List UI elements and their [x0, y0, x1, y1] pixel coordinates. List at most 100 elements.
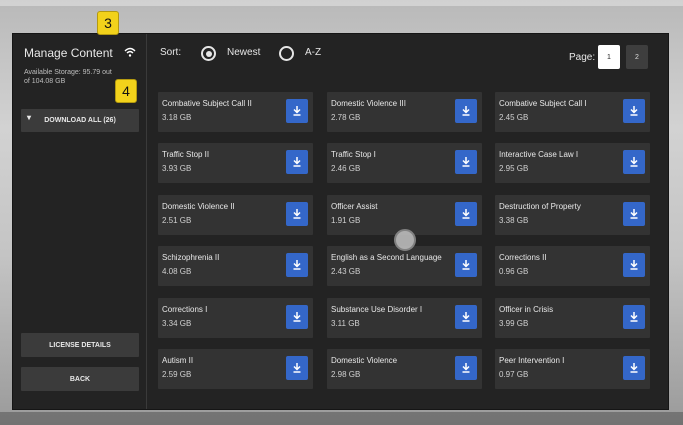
download-icon	[462, 157, 470, 167]
download-button[interactable]	[286, 150, 308, 174]
content-item-name: Combative Subject Call II	[162, 99, 252, 108]
download-icon	[462, 312, 470, 322]
sort-az-radio[interactable]	[279, 46, 294, 61]
download-button[interactable]	[455, 305, 477, 329]
content-item-name: Substance Use Disorder I	[331, 305, 423, 314]
sort-az-label[interactable]: A-Z	[305, 47, 321, 58]
content-item-name: Corrections II	[499, 253, 547, 262]
content-item-name: Officer Assist	[331, 202, 378, 211]
content-item-size: 0.97 GB	[499, 370, 529, 379]
sidebar-title: Manage Content	[24, 46, 113, 60]
content-item: Interactive Case Law I 2.95 GB	[495, 143, 650, 183]
content-item-size: 3.99 GB	[499, 319, 529, 328]
content-item-name: Domestic Violence II	[162, 202, 235, 211]
content-item-size: 2.95 GB	[499, 164, 529, 173]
content-item: Officer in Crisis 3.99 GB	[495, 298, 650, 338]
download-button[interactable]	[623, 305, 645, 329]
download-button[interactable]	[623, 202, 645, 226]
license-details-button[interactable]: LICENSE DETAILS	[21, 333, 139, 357]
download-arrow-icon: ▾	[27, 113, 32, 122]
download-button[interactable]	[455, 150, 477, 174]
content-item: Substance Use Disorder I 3.11 GB	[327, 298, 482, 338]
content-item: Peer Intervention I 0.97 GB	[495, 349, 650, 389]
content-item-size: 3.34 GB	[162, 319, 192, 328]
content-item: Traffic Stop II 3.93 GB	[158, 143, 313, 183]
manage-content-panel: Manage Content Available Storage: 95.79 …	[12, 33, 669, 410]
content-item-size: 3.93 GB	[162, 164, 192, 173]
download-icon	[293, 209, 301, 219]
content-item: Combative Subject Call II 3.18 GB	[158, 92, 313, 132]
download-button[interactable]	[455, 253, 477, 277]
download-icon	[293, 260, 301, 270]
content-item-name: Officer in Crisis	[499, 305, 554, 314]
download-icon	[630, 260, 638, 270]
annotation-badge-4: 4	[115, 79, 137, 103]
wifi-icon	[124, 47, 136, 57]
content-item-name: Traffic Stop I	[331, 150, 376, 159]
download-button[interactable]	[455, 202, 477, 226]
background-stripe	[0, 412, 683, 425]
content-item: Corrections I 3.34 GB	[158, 298, 313, 338]
download-icon	[293, 157, 301, 167]
content-item-size: 2.46 GB	[331, 164, 361, 173]
content-item-size: 3.18 GB	[162, 113, 192, 122]
content-item-size: 2.78 GB	[331, 113, 361, 122]
page-1-button[interactable]: 1	[598, 45, 620, 69]
content-item-size: 4.08 GB	[162, 267, 192, 276]
content-item: Autism II 2.59 GB	[158, 349, 313, 389]
content-item-name: Domestic Violence III	[331, 99, 406, 108]
content-item-name: Traffic Stop II	[162, 150, 210, 159]
download-icon	[462, 363, 470, 373]
content-item-name: English as a Second Language	[331, 253, 442, 262]
download-button[interactable]	[623, 356, 645, 380]
content-item-size: 1.91 GB	[331, 216, 361, 225]
download-icon	[462, 106, 470, 116]
storage-info: Available Storage: 95.79 out of 104.08 G…	[24, 69, 112, 85]
download-icon	[630, 157, 638, 167]
content-item-size: 2.43 GB	[331, 267, 361, 276]
download-button[interactable]	[286, 305, 308, 329]
download-icon	[630, 312, 638, 322]
download-button[interactable]	[623, 99, 645, 123]
content-item: Traffic Stop I 2.46 GB	[327, 143, 482, 183]
content-item-size: 2.45 GB	[499, 113, 529, 122]
content-item-name: Interactive Case Law I	[499, 150, 579, 159]
download-icon	[293, 106, 301, 116]
download-button[interactable]	[286, 253, 308, 277]
content-item-size: 2.59 GB	[162, 370, 192, 379]
sort-newest-label[interactable]: Newest	[227, 47, 260, 58]
content-item: English as a Second Language 2.43 GB	[327, 246, 482, 286]
page-2-button[interactable]: 2	[626, 45, 648, 69]
content-item-size: 2.98 GB	[331, 370, 361, 379]
back-button[interactable]: BACK	[21, 367, 139, 391]
content-item-name: Domestic Violence	[331, 356, 398, 365]
download-button[interactable]	[455, 99, 477, 123]
content-item-name: Corrections I	[162, 305, 208, 314]
download-button[interactable]	[455, 356, 477, 380]
annotation-badge-3: 3	[97, 11, 119, 35]
content-item-name: Peer Intervention I	[499, 356, 565, 365]
download-all-label: DOWNLOAD ALL (26)	[44, 117, 116, 124]
download-icon	[630, 363, 638, 373]
download-icon	[630, 209, 638, 219]
download-button[interactable]	[286, 356, 308, 380]
download-all-button[interactable]: ▾ DOWNLOAD ALL (26)	[21, 109, 139, 132]
download-button[interactable]	[623, 253, 645, 277]
content-item-size: 3.38 GB	[499, 216, 529, 225]
content-item: Destruction of Property 3.38 GB	[495, 195, 650, 235]
download-button[interactable]	[286, 202, 308, 226]
download-icon	[293, 363, 301, 373]
sort-label: Sort:	[160, 47, 182, 58]
content-item: Combative Subject Call I 2.45 GB	[495, 92, 650, 132]
download-button[interactable]	[623, 150, 645, 174]
content-item-name: Combative Subject Call I	[499, 99, 587, 108]
content-item-name: Schizophrenia II	[162, 253, 220, 262]
page-label: Page:	[569, 52, 596, 63]
download-icon	[462, 209, 470, 219]
content-item: Schizophrenia II 4.08 GB	[158, 246, 313, 286]
content-item: Domestic Violence 2.98 GB	[327, 349, 482, 389]
content-item-size: 0.96 GB	[499, 267, 529, 276]
content-item: Domestic Violence III 2.78 GB	[327, 92, 482, 132]
sort-newest-radio[interactable]	[201, 46, 216, 61]
download-button[interactable]	[286, 99, 308, 123]
